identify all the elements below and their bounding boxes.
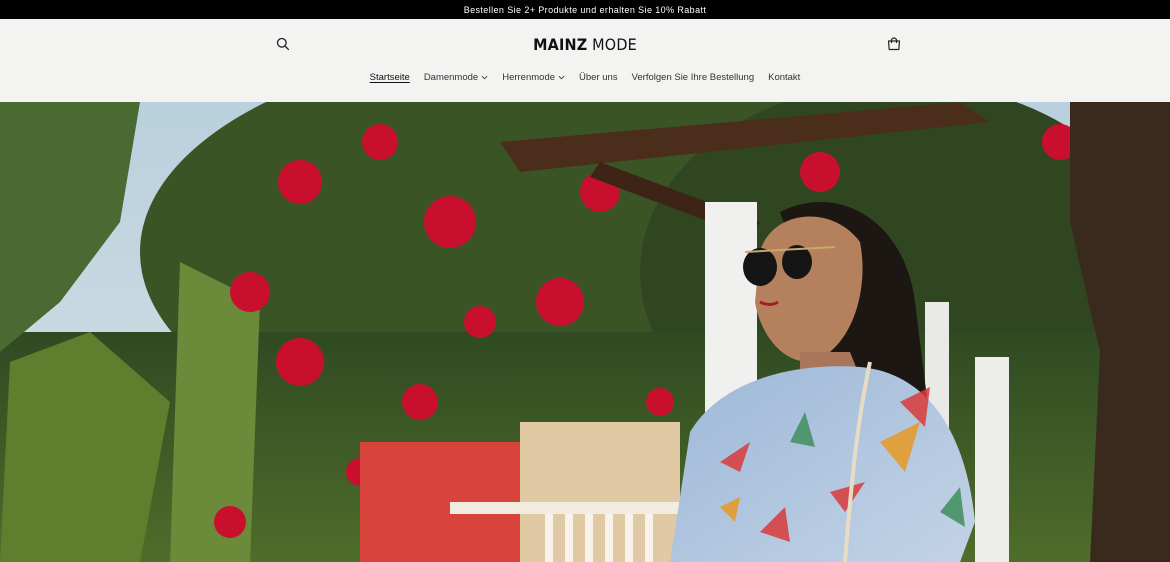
chevron-down-icon	[558, 75, 565, 80]
nav-item-kontakt[interactable]: Kontakt	[768, 72, 800, 83]
main-nav: Startseite Damenmode Herrenmode Über uns…	[0, 72, 1170, 83]
announcement-bar: Bestellen Sie 2+ Produkte und erhalten S…	[0, 0, 1170, 19]
nav-label: Verfolgen Sie Ihre Bestellung	[631, 72, 755, 83]
announcement-text: Bestellen Sie 2+ Produkte und erhalten S…	[463, 4, 707, 15]
nav-item-damenmode[interactable]: Damenmode	[424, 72, 488, 83]
hero-image	[0, 102, 1170, 562]
logo-bold-text: MAINZ	[533, 35, 588, 54]
nav-label: Kontakt	[768, 72, 801, 83]
nav-item-bestellung-verfolgen[interactable]: Verfolgen Sie Ihre Bestellung	[632, 72, 755, 83]
site-header: MAINZ MODE Startseite Damenmode Herrenmo…	[0, 19, 1170, 102]
nav-item-herrenmode[interactable]: Herrenmode	[502, 72, 565, 83]
hero-banner[interactable]	[0, 102, 1170, 562]
chevron-down-icon	[481, 75, 488, 80]
logo-light-text: MODE	[592, 35, 637, 54]
nav-label: Über uns	[579, 72, 618, 83]
nav-item-startseite[interactable]: Startseite	[370, 72, 410, 83]
nav-item-ueber-uns[interactable]: Über uns	[579, 72, 618, 83]
site-logo[interactable]: MAINZ MODE	[0, 35, 1170, 54]
cart-icon	[887, 37, 901, 51]
nav-label: Damenmode	[423, 72, 479, 83]
cart-button[interactable]	[886, 36, 902, 52]
nav-label: Herrenmode	[502, 72, 556, 83]
nav-label: Startseite	[369, 72, 410, 83]
